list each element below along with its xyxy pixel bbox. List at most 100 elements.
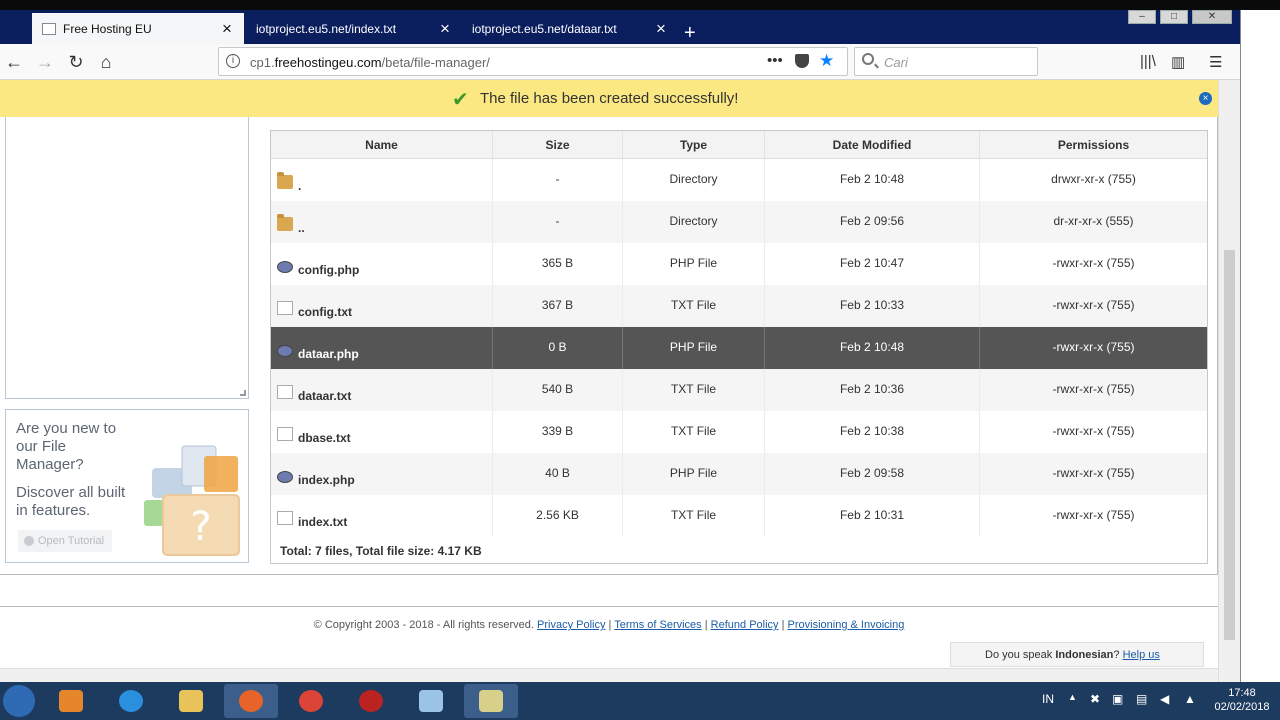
file-type-cell: PHP File xyxy=(623,327,765,369)
scrollbar-thumb[interactable] xyxy=(1224,250,1235,640)
close-notification-icon[interactable]: × xyxy=(1199,92,1212,105)
bookmark-star-icon[interactable]: ★ xyxy=(819,51,834,71)
firefox-button[interactable] xyxy=(224,684,278,718)
permissions-cell: -rwxr-xr-x (755) xyxy=(1052,256,1135,270)
menu-icon[interactable]: ☰ xyxy=(1209,53,1222,71)
home-icon[interactable]: ⌂ xyxy=(95,51,117,73)
vertical-scrollbar[interactable] xyxy=(1218,80,1240,682)
minimize-icon[interactable]: – xyxy=(1128,10,1156,24)
close-tab-icon[interactable]: × xyxy=(438,20,452,37)
tutorial-promo: Are you new to our File Manager? Discove… xyxy=(5,409,249,563)
table-row[interactable]: dataar.php 0 B PHP File Feb 2 10:48 -rwxr-xr… xyxy=(271,327,1207,369)
forward-icon[interactable]: → xyxy=(34,51,56,73)
address-bar[interactable]: i cp1.freehostingeu.com/beta/file-manage… xyxy=(218,47,848,76)
file-size-cell: 367 B xyxy=(493,285,623,327)
table-row[interactable]: config.txt 367 B TXT File Feb 2 10:33 -rwxr-… xyxy=(271,285,1207,327)
display-icon[interactable]: ▤ xyxy=(1136,692,1147,706)
tab-free-hosting[interactable]: Free Hosting EU × xyxy=(32,13,244,44)
reload-icon[interactable]: ↻ xyxy=(65,51,87,73)
copyright-text: © Copyright 2003 - 2018 - All rights res… xyxy=(313,619,534,631)
resize-handle-icon[interactable] xyxy=(240,390,246,396)
close-tab-icon[interactable]: × xyxy=(220,20,234,37)
search-icon xyxy=(862,53,874,65)
library-icon[interactable]: |||\ xyxy=(1140,53,1156,70)
tab-index-txt[interactable]: iotproject.eu5.net/index.txt × xyxy=(246,13,462,44)
security-icon[interactable]: ▣ xyxy=(1112,692,1123,706)
system-clock[interactable]: 17:48 02/02/2018 xyxy=(1212,686,1272,714)
info-icon[interactable]: i xyxy=(226,54,240,68)
column-header-type[interactable]: Type xyxy=(623,131,765,158)
volume-icon[interactable]: ◀ xyxy=(1160,692,1169,706)
internet-explorer-button[interactable] xyxy=(104,684,158,718)
column-header-size[interactable]: Size xyxy=(493,131,623,158)
close-window-icon[interactable]: ✕ xyxy=(1192,10,1232,24)
table-row[interactable]: .. - Directory Feb 2 09:56 dr-xr-xr-x (555) xyxy=(271,201,1207,243)
file-name-cell[interactable]: config.php xyxy=(271,243,493,285)
action-center-icon[interactable]: ▲ xyxy=(1184,692,1196,706)
column-header-permissions[interactable]: Permissions xyxy=(980,131,1207,158)
file-name-cell[interactable]: config.txt xyxy=(271,285,493,327)
sidebar-icon[interactable]: ▥ xyxy=(1171,53,1185,71)
table-row[interactable]: index.php 40 B PHP File Feb 2 09:58 -rwxr-xr… xyxy=(271,453,1207,495)
refund-policy-link[interactable]: Refund Policy xyxy=(711,619,779,631)
recorder-button[interactable] xyxy=(344,684,398,718)
terms-of-services-link[interactable]: Terms of Services xyxy=(614,619,701,631)
media-player-button[interactable] xyxy=(44,684,98,718)
table-row[interactable]: config.php 365 B PHP File Feb 2 10:47 -rwxr-… xyxy=(271,243,1207,285)
back-icon[interactable]: ← xyxy=(3,51,25,73)
horizontal-scrollbar[interactable] xyxy=(0,668,1218,682)
notification-message: The file has been created successfully! xyxy=(480,90,739,107)
file-name: index.txt xyxy=(298,515,348,529)
file-name-cell[interactable]: dbase.txt xyxy=(271,411,493,453)
tab-dataar-txt[interactable]: iotproject.eu5.net/dataar.txt × xyxy=(462,13,678,44)
column-header-name[interactable]: Name xyxy=(271,131,493,158)
file-name-cell[interactable]: index.php xyxy=(271,453,493,495)
column-header-date[interactable]: Date Modified xyxy=(765,131,980,158)
folder-icon xyxy=(277,214,293,231)
recorder-icon xyxy=(359,690,383,712)
show-hidden-icons-icon[interactable]: ▲ xyxy=(1068,692,1077,702)
file-name: .. xyxy=(298,221,305,235)
file-size-cell: 2.56 KB xyxy=(493,495,623,537)
file-type-cell: PHP File xyxy=(623,453,765,495)
network-alert-icon[interactable]: ✖ xyxy=(1090,692,1100,706)
maximize-icon[interactable]: □ xyxy=(1160,10,1188,24)
start-button-icon[interactable] xyxy=(3,685,35,717)
file-name-cell[interactable]: . xyxy=(271,159,493,201)
file-size-cell: 0 B xyxy=(493,327,623,369)
folder-icon xyxy=(277,172,293,189)
arduino-button[interactable] xyxy=(464,684,518,718)
table-row[interactable]: dbase.txt 339 B TXT File Feb 2 10:38 -rwxr-x… xyxy=(271,411,1207,453)
chrome-icon xyxy=(299,690,323,712)
open-tutorial-button[interactable]: Open Tutorial xyxy=(18,530,113,552)
table-row[interactable]: index.txt 2.56 KB TXT File Feb 2 10:31 -rwxr… xyxy=(271,495,1207,537)
file-name-cell[interactable]: index.txt xyxy=(271,495,493,537)
permissions-cell: -rwxr-xr-x (755) xyxy=(1052,424,1135,438)
chrome-button[interactable] xyxy=(284,684,338,718)
translate-banner: Do you speak Indonesian? Help us transla… xyxy=(950,642,1204,685)
file-size-cell: 365 B xyxy=(493,243,623,285)
permissions-cell: drwxr-xr-x (755) xyxy=(1051,172,1136,186)
file-name-cell[interactable]: .. xyxy=(271,201,493,243)
privacy-policy-link[interactable]: Privacy Policy xyxy=(537,619,605,631)
table-row[interactable]: . - Directory Feb 2 10:48 drwxr-xr-x (755) xyxy=(271,159,1207,201)
copyright-line: © Copyright 2003 - 2018 - All rights res… xyxy=(0,619,1218,631)
new-tab-icon[interactable]: + xyxy=(684,23,696,43)
page-actions-icon[interactable]: ••• xyxy=(767,52,783,69)
pocket-icon[interactable] xyxy=(795,54,809,68)
date-modified-cell: Feb 2 10:38 xyxy=(765,411,980,453)
language-indicator[interactable]: IN xyxy=(1042,692,1054,706)
table-row[interactable]: dataar.txt 540 B TXT File Feb 2 10:36 -rwxr-… xyxy=(271,369,1207,411)
url-prefix: cp1. xyxy=(250,55,275,70)
search-input[interactable]: Cari xyxy=(854,47,1038,76)
editor-button[interactable] xyxy=(404,684,458,718)
file-name-cell[interactable]: dataar.txt xyxy=(271,369,493,411)
permissions-cell: dr-xr-xr-x (555) xyxy=(1053,214,1134,228)
table-header: Name Size Type Date Modified Permissions xyxy=(271,131,1207,159)
date-modified-cell: Feb 2 10:47 xyxy=(765,243,980,285)
provisioning-invoicing-link[interactable]: Provisioning & Invoicing xyxy=(788,619,905,631)
file-name-cell[interactable]: dataar.php xyxy=(271,327,493,369)
file-explorer-button[interactable] xyxy=(164,684,218,718)
close-tab-icon[interactable]: × xyxy=(654,20,668,37)
tutorial-label: Open Tutorial xyxy=(38,535,105,547)
